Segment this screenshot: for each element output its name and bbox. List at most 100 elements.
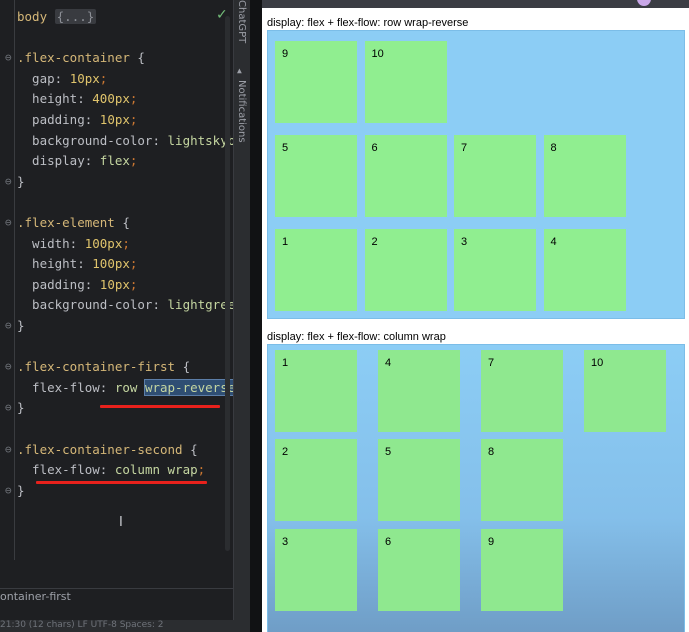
flex-element: 5: [378, 439, 460, 521]
fold-marker-icon[interactable]: ⊖: [5, 481, 15, 501]
chatgpt-tool-tab[interactable]: ChatGPT: [236, 0, 247, 43]
code-line[interactable]: padding: 10px;: [17, 110, 137, 130]
code-token: flex-flow:: [17, 462, 115, 478]
flex-element: 10: [584, 350, 666, 432]
code-line[interactable]: }: [17, 398, 25, 418]
flex-element: 6: [378, 529, 460, 611]
code-token: body: [17, 9, 55, 24]
code-line[interactable]: height: 100px;: [17, 254, 137, 274]
code-line[interactable]: flex-flow: column wrap;: [17, 460, 205, 480]
code-line[interactable]: padding: 10px;: [17, 275, 137, 295]
code-token: flex-flow:: [17, 379, 115, 395]
flex-element: 4: [543, 229, 626, 311]
code-line[interactable]: gap: 10px;: [17, 69, 107, 89]
code-token: }: [17, 400, 25, 416]
code-line[interactable]: }: [17, 481, 25, 501]
code-line[interactable]: .flex-container-second {: [17, 440, 198, 460]
flex-element: 9: [481, 529, 563, 611]
code-editor[interactable]: body {...} ⊖ .flex-container { gap: 10px; …: [0, 0, 233, 632]
code-token: ;: [197, 462, 206, 478]
code-token: background-color:: [17, 132, 168, 148]
code-line[interactable]: .flex-element {: [17, 213, 130, 233]
notifications-icon[interactable]: ▲: [237, 66, 246, 75]
fold-marker-icon[interactable]: ⊖: [5, 357, 15, 377]
code-line[interactable]: width: 100px;: [17, 234, 130, 254]
code-line[interactable]: background-color: lightgreen;: [17, 295, 233, 315]
code-line[interactable]: }: [17, 172, 25, 192]
code-token: flex: [99, 153, 130, 169]
flex-element: 7: [481, 350, 563, 432]
code-line[interactable]: flex-flow: row wrap-reverse;: [17, 378, 233, 398]
code-token: 100px: [92, 256, 130, 272]
code-token: display:: [17, 153, 100, 169]
code-token: .flex-container: [17, 50, 138, 66]
flex-element: 7: [454, 135, 536, 217]
flex-element: 1: [275, 229, 357, 311]
flex-element: 8: [543, 135, 626, 217]
code-token: {: [190, 441, 198, 457]
browser-preview: display: flex + flex-flow: row wrap-reve…: [262, 0, 689, 632]
code-token: 10px: [99, 276, 130, 292]
code-token: row: [114, 379, 145, 395]
code-token: }: [17, 318, 25, 333]
code-token: wrap-reverse: [143, 378, 233, 396]
flex-element: 4: [378, 350, 460, 432]
code-token: {...}: [54, 9, 97, 24]
breadcrumb[interactable]: ontainer-first: [0, 590, 71, 603]
red-underline-column-wrap: [36, 481, 207, 484]
fold-marker-icon[interactable]: ⊖: [5, 316, 15, 336]
demo-label-column-wrap: display: flex + flex-flow: column wrap: [267, 331, 446, 343]
code-line[interactable]: }: [17, 316, 25, 336]
fold-marker-icon[interactable]: ⊖: [5, 48, 15, 68]
fold-marker-icon[interactable]: ⊖: [5, 172, 15, 192]
notifications-tool-tab[interactable]: Notifications: [236, 80, 247, 143]
flex-element: 1: [275, 350, 357, 432]
code-token: lightgreen: [167, 297, 233, 313]
flex-element: 9: [275, 41, 357, 123]
code-token: ;: [129, 276, 138, 292]
code-token: column wrap: [114, 462, 198, 478]
code-token: }: [17, 173, 25, 189]
flex-element: 5: [275, 135, 357, 217]
code-token: ;: [129, 256, 138, 272]
code-token: padding:: [17, 276, 100, 292]
code-line[interactable]: height: 400px;: [17, 89, 137, 109]
fold-marker-icon[interactable]: ⊖: [5, 213, 15, 233]
code-line[interactable]: .flex-container {: [17, 48, 145, 68]
code-token: .flex-element: [17, 215, 123, 230]
editor-scrollbar[interactable]: [225, 16, 230, 551]
text-cursor-icon: I: [119, 515, 123, 530]
code-line[interactable]: background-color: lightskyblue: [17, 131, 233, 151]
flex-element: 2: [364, 229, 447, 311]
code-token: 10px: [69, 70, 100, 86]
flex-element: 10: [364, 41, 447, 123]
code-token: height:: [17, 256, 93, 272]
code-token: lightskyblue: [167, 132, 233, 148]
code-token: ;: [122, 235, 130, 251]
fold-marker-icon[interactable]: ⊖: [5, 398, 15, 418]
code-token: height:: [17, 91, 93, 107]
window-divider: [250, 0, 262, 632]
code-token: width:: [17, 235, 85, 251]
red-underline-row-wrap-reverse: [100, 405, 220, 408]
flex-element: 2: [275, 439, 357, 521]
code-token: background-color:: [17, 297, 168, 313]
code-token: .flex-container-first: [17, 359, 183, 375]
code-line[interactable]: .flex-container-first {: [17, 357, 190, 377]
status-bar: 21:30 (12 chars) LF UTF-8 Spaces: 2: [0, 620, 250, 632]
fold-marker-icon[interactable]: ⊖: [5, 440, 15, 460]
code-line[interactable]: body {...}: [17, 7, 97, 27]
profile-avatar[interactable]: [637, 0, 651, 6]
code-token: ;: [129, 153, 138, 169]
flex-element: 3: [275, 529, 357, 611]
code-token: }: [17, 482, 25, 498]
browser-toolbar: [262, 0, 689, 8]
code-token: 10px: [99, 112, 130, 127]
code-line[interactable]: display: flex;: [17, 151, 137, 171]
code-token: padding:: [17, 112, 100, 127]
code-token: 100px: [84, 235, 123, 251]
code-token: ;: [99, 70, 108, 86]
code-token: gap:: [17, 70, 70, 86]
flex-container-second: 1 4 7 10 2 5 8 3 6 9: [267, 344, 685, 632]
code-token: {: [137, 50, 145, 66]
